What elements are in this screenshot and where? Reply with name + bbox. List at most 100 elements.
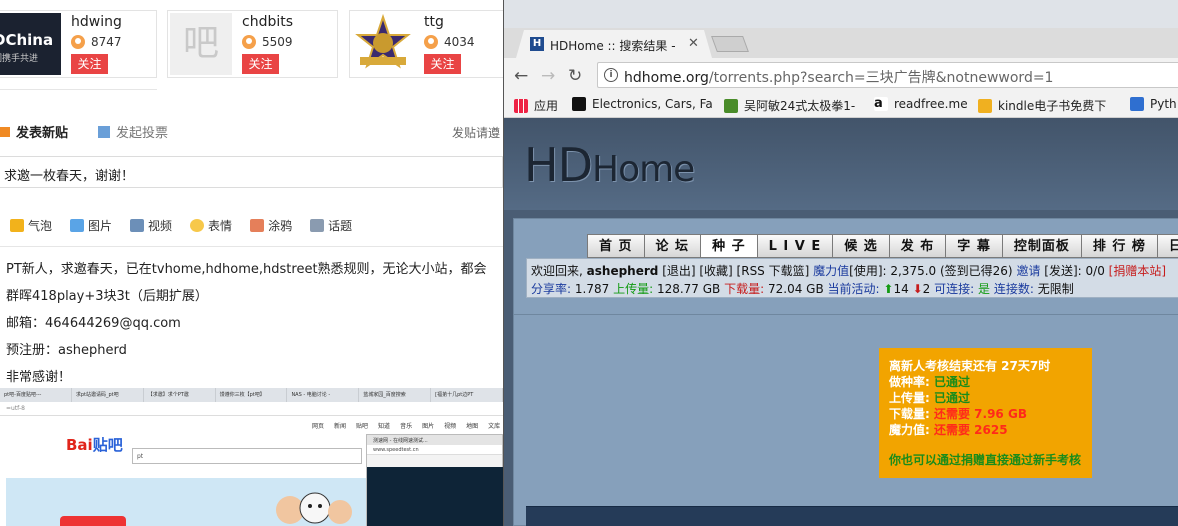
brush-icon <box>250 219 265 232</box>
chart-icon <box>98 125 111 138</box>
trophy-icon <box>978 98 992 113</box>
divider <box>0 89 157 90</box>
username-link[interactable]: ashepherd <box>587 264 659 278</box>
follow-button[interactable]: 关注 <box>242 54 279 74</box>
connections-value: 无限制 <box>1037 282 1074 296</box>
post-title-input[interactable]: 求邀一枚春天，谢谢！ <box>0 156 503 188</box>
magic-link[interactable]: 魔力值 <box>813 264 849 278</box>
donate-link[interactable]: [捐赠本站] <box>1109 264 1166 278</box>
menu-torrents[interactable]: 种 子 <box>700 234 758 258</box>
post-rules-hint[interactable]: 发贴请遵 <box>452 124 500 141</box>
user-card-hdwing: DChina 们携手共进 hdwing 8747 关注 <box>0 10 157 78</box>
mini-tab: 求pt站邀请码_pt吧 <box>72 388 144 402</box>
menu-live[interactable]: L I V E <box>756 234 834 258</box>
baidu-tieba-logo: Bai贴吧 <box>66 436 123 454</box>
post-body-line: 邮箱：464644269@qq.com <box>6 316 181 331</box>
bookmark-apps[interactable]: 应用 <box>514 97 558 114</box>
mini-tab: 蓝城家园_百度搜索 <box>359 388 432 402</box>
image-icon <box>70 219 85 232</box>
back-icon[interactable]: ← <box>514 66 528 86</box>
forward-icon[interactable]: → <box>541 66 555 86</box>
user-name[interactable]: chdbits <box>242 14 293 30</box>
notice-row: 做种率: 已通过 <box>889 375 971 389</box>
notice-row: 魔力值: 还需要 2625 <box>889 423 1008 437</box>
video-icon <box>724 98 738 113</box>
bookmark-kindle[interactable]: kindle电子书免费下 <box>978 97 1106 114</box>
forum-page: DChina 们携手共进 hdwing 8747 关注 吧 chdbits 55… <box>0 0 503 526</box>
bookmark-ebay[interactable]: Electronics, Cars, Fa <box>572 97 713 111</box>
address-bar[interactable]: i hdhome.org/torrents.php?search=三块广告牌&n… <box>597 62 1178 88</box>
avatar[interactable]: DChina 们携手共进 <box>0 13 61 75</box>
invite-link[interactable]: 邀请 <box>1016 264 1040 278</box>
menu-more[interactable]: 日 <box>1156 234 1178 258</box>
menu-offers[interactable]: 候 选 <box>832 234 890 258</box>
notice-row: 上传量: 已通过 <box>889 391 971 405</box>
user-links[interactable]: [退出] [收藏] [RSS 下载篮] <box>662 264 809 278</box>
arrow-down-icon: ⬇ <box>912 282 923 296</box>
editor-toolbar: 气泡 图片 视频 表情 涂鸦 话题 <box>10 217 370 234</box>
avatar-subtext: 们携手共进 <box>0 54 39 64</box>
image-button[interactable]: 图片 <box>70 217 112 234</box>
popup-address: www.speedtest.cn <box>367 445 502 455</box>
user-card-ttg: ttg 4034 关注 <box>349 10 503 78</box>
user-name[interactable]: hdwing <box>71 14 122 30</box>
avatar[interactable] <box>352 13 414 75</box>
edit-icon <box>0 126 10 137</box>
menu-home[interactable]: 首 页 <box>587 234 645 258</box>
browser-tab[interactable]: H HDHome :: 搜索结果 - 三 ✕ <box>516 30 712 58</box>
bubble-button[interactable]: 气泡 <box>10 217 52 234</box>
bookmark-readfree[interactable]: a readfree.me <box>874 97 968 111</box>
mini-tab: 馒遵你三枚【pt吧】 <box>216 388 288 402</box>
follow-button[interactable]: 关注 <box>424 54 461 74</box>
content-table-header <box>526 506 1178 526</box>
embedded-screenshot: pt吧-百度贴吧--- 求pt站邀请码_pt吧 【求邀】求个PT邀 馒遵你三枚【… <box>0 388 503 526</box>
amazon-icon: a <box>874 97 888 111</box>
post-body-line: 预注册：ashepherd <box>6 343 127 358</box>
post-title-text: 求邀一枚春天，谢谢！ <box>4 169 135 184</box>
bookmark-python[interactable]: Pyth <box>1130 97 1177 111</box>
site-logo[interactable]: HDHome <box>524 138 695 192</box>
user-name[interactable]: ttg <box>424 14 444 30</box>
video-button[interactable]: 视频 <box>130 217 172 234</box>
popup-title: 测速网 - 在线网速测试... <box>367 435 502 445</box>
vote-tab[interactable]: 发起投票 <box>98 122 168 141</box>
new-tab-button[interactable] <box>711 36 749 52</box>
notice-footer: 你也可以通过捐赠直接通过新手考核 <box>889 453 1082 467</box>
bag-icon <box>572 97 586 111</box>
emoji-button[interactable]: 表情 <box>190 217 232 234</box>
mini-nav: 网页 新闻 贴吧 知道 音乐 图片 视频 地图 文库 <box>312 423 501 430</box>
topic-button[interactable]: 话题 <box>310 217 352 234</box>
menu-upload[interactable]: 发 布 <box>888 234 947 258</box>
mini-tab-strip: pt吧-百度贴吧--- 求pt站邀请码_pt吧 【求邀】求个PT邀 馒遵你三枚【… <box>0 388 503 402</box>
uploaded-value: 128.77 GB <box>656 282 721 296</box>
ttg-logo-icon <box>355 13 411 69</box>
post-body-line: 群晖418play+3块3t（后期扩展） <box>6 289 208 304</box>
info-line-1: 欢迎回来, ashepherd [退出] [收藏] [RSS 下载篮] 魔力值[… <box>531 264 1167 278</box>
mini-tab: NAS - 电脑讨论 - <box>287 388 360 402</box>
doodle-button[interactable]: 涂鸦 <box>250 217 292 234</box>
reload-icon[interactable]: ↻ <box>568 66 582 86</box>
menu-topten[interactable]: 排 行 榜 <box>1080 234 1158 258</box>
bookmark-taichi[interactable]: 吴阿敏24式太极拳1- <box>724 97 855 114</box>
mini-search: pt <box>132 448 362 464</box>
user-info-bar: 欢迎回来, ashepherd [退出] [收藏] [RSS 下载篮] 魔力值[… <box>526 258 1178 298</box>
menu-forum[interactable]: 论 坛 <box>643 234 702 258</box>
user-card-chdbits: 吧 chdbits 5509 关注 <box>167 10 338 78</box>
menu-subtitles[interactable]: 字 幕 <box>945 234 1003 258</box>
bubble-icon <box>10 219 24 232</box>
newbie-exam-notice: 离新人考核结束还有 27天7时 做种率: 已通过 上传量: 已通过 下载量: 还… <box>879 348 1092 478</box>
close-icon[interactable]: ✕ <box>688 36 699 51</box>
post-header: 发表新贴 发起投票 <box>0 122 168 141</box>
avatar[interactable]: 吧 <box>170 13 232 75</box>
connectable-value: 是 <box>977 282 990 296</box>
mini-tab: [福弟十几pt边PT <box>431 388 503 402</box>
mini-tab: 【求邀】求个PT邀 <box>144 388 216 402</box>
new-post-tab[interactable]: 发表新贴 <box>16 122 68 141</box>
browser-window: H HDHome :: 搜索结果 - 三 ✕ ← → ↻ i hdhome.or… <box>503 0 1178 526</box>
user-icon <box>424 35 438 49</box>
fan-count: 5509 <box>242 35 293 49</box>
follow-button[interactable]: 关注 <box>71 54 108 74</box>
menu-usercp[interactable]: 控制面板 <box>1001 234 1082 258</box>
mini-address: =utf-8 <box>0 402 503 416</box>
info-icon[interactable]: i <box>604 68 618 82</box>
